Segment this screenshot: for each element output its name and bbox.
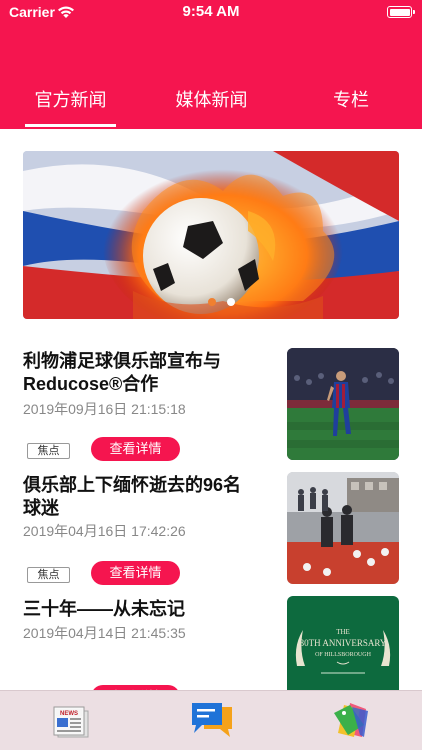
thumb-line2: 30TH ANNIVERSARY <box>300 638 387 648</box>
news-title: 俱乐部上下缅怀逝去的96名球迷 <box>23 475 242 518</box>
chat-bubbles-icon <box>192 703 232 737</box>
newspaper-icon: NEWS <box>53 706 89 738</box>
thumb-line3: OF HILLSBOROUGH <box>315 652 372 658</box>
news-date: 2019年04月14日 21:45:35 <box>23 625 186 641</box>
view-details-button[interactable]: 查看详情 <box>91 437 180 461</box>
battery-icon <box>387 6 415 18</box>
banner-carousel[interactable] <box>23 151 399 319</box>
tab-official-news[interactable]: 官方新闻 <box>25 86 116 112</box>
tab-media-news[interactable]: 媒体新闻 <box>166 86 257 112</box>
news-thumbnail <box>287 472 399 584</box>
news-title: 三十年——从未忘记 <box>23 599 185 619</box>
tab-bar-messages[interactable] <box>190 699 232 739</box>
bottom-tab-bar: NEWS <box>0 690 422 750</box>
tag-badge: 焦点 <box>27 443 70 459</box>
news-title: 利物浦足球俱乐部宣布与Reducose®合作 <box>23 351 221 394</box>
tab-bar-tags[interactable] <box>330 699 370 739</box>
tab-bar-news[interactable]: NEWS <box>50 699 90 739</box>
category-tabs: 官方新闻 媒体新闻 专栏 <box>0 86 422 129</box>
active-tab-indicator <box>25 124 116 127</box>
news-item[interactable]: 俱乐部上下缅怀逝去的96名球迷 2019年04月16日 17:42:26 焦点 … <box>0 462 422 586</box>
news-date: 2019年04月16日 17:42:26 <box>23 523 186 539</box>
header-bar: Carrier 9:54 AM 官方新闻 媒体新闻 专栏 <box>0 0 422 129</box>
view-details-button[interactable]: 查看详情 <box>91 561 180 585</box>
tag-badge: 焦点 <box>27 567 70 583</box>
news-date: 2019年09月16日 21:15:18 <box>23 401 186 417</box>
banner-image <box>23 151 399 319</box>
carousel-dot[interactable] <box>227 298 235 306</box>
tab-column[interactable]: 专栏 <box>320 86 382 112</box>
carousel-dot-active[interactable] <box>208 298 216 306</box>
news-thumbnail <box>287 348 399 460</box>
news-badge: NEWS <box>60 711 78 717</box>
status-time: 9:54 AM <box>182 3 240 20</box>
news-thumbnail: THE 30TH ANNIVERSARY OF HILLSBOROUGH <box>287 596 399 696</box>
thumb-line1: THE <box>336 628 350 636</box>
news-item[interactable]: 利物浦足球俱乐部宣布与Reducose®合作 2019年09月16日 21:15… <box>0 338 422 462</box>
tags-icon <box>334 703 368 737</box>
status-bar: Carrier 9:54 AM <box>0 0 422 26</box>
